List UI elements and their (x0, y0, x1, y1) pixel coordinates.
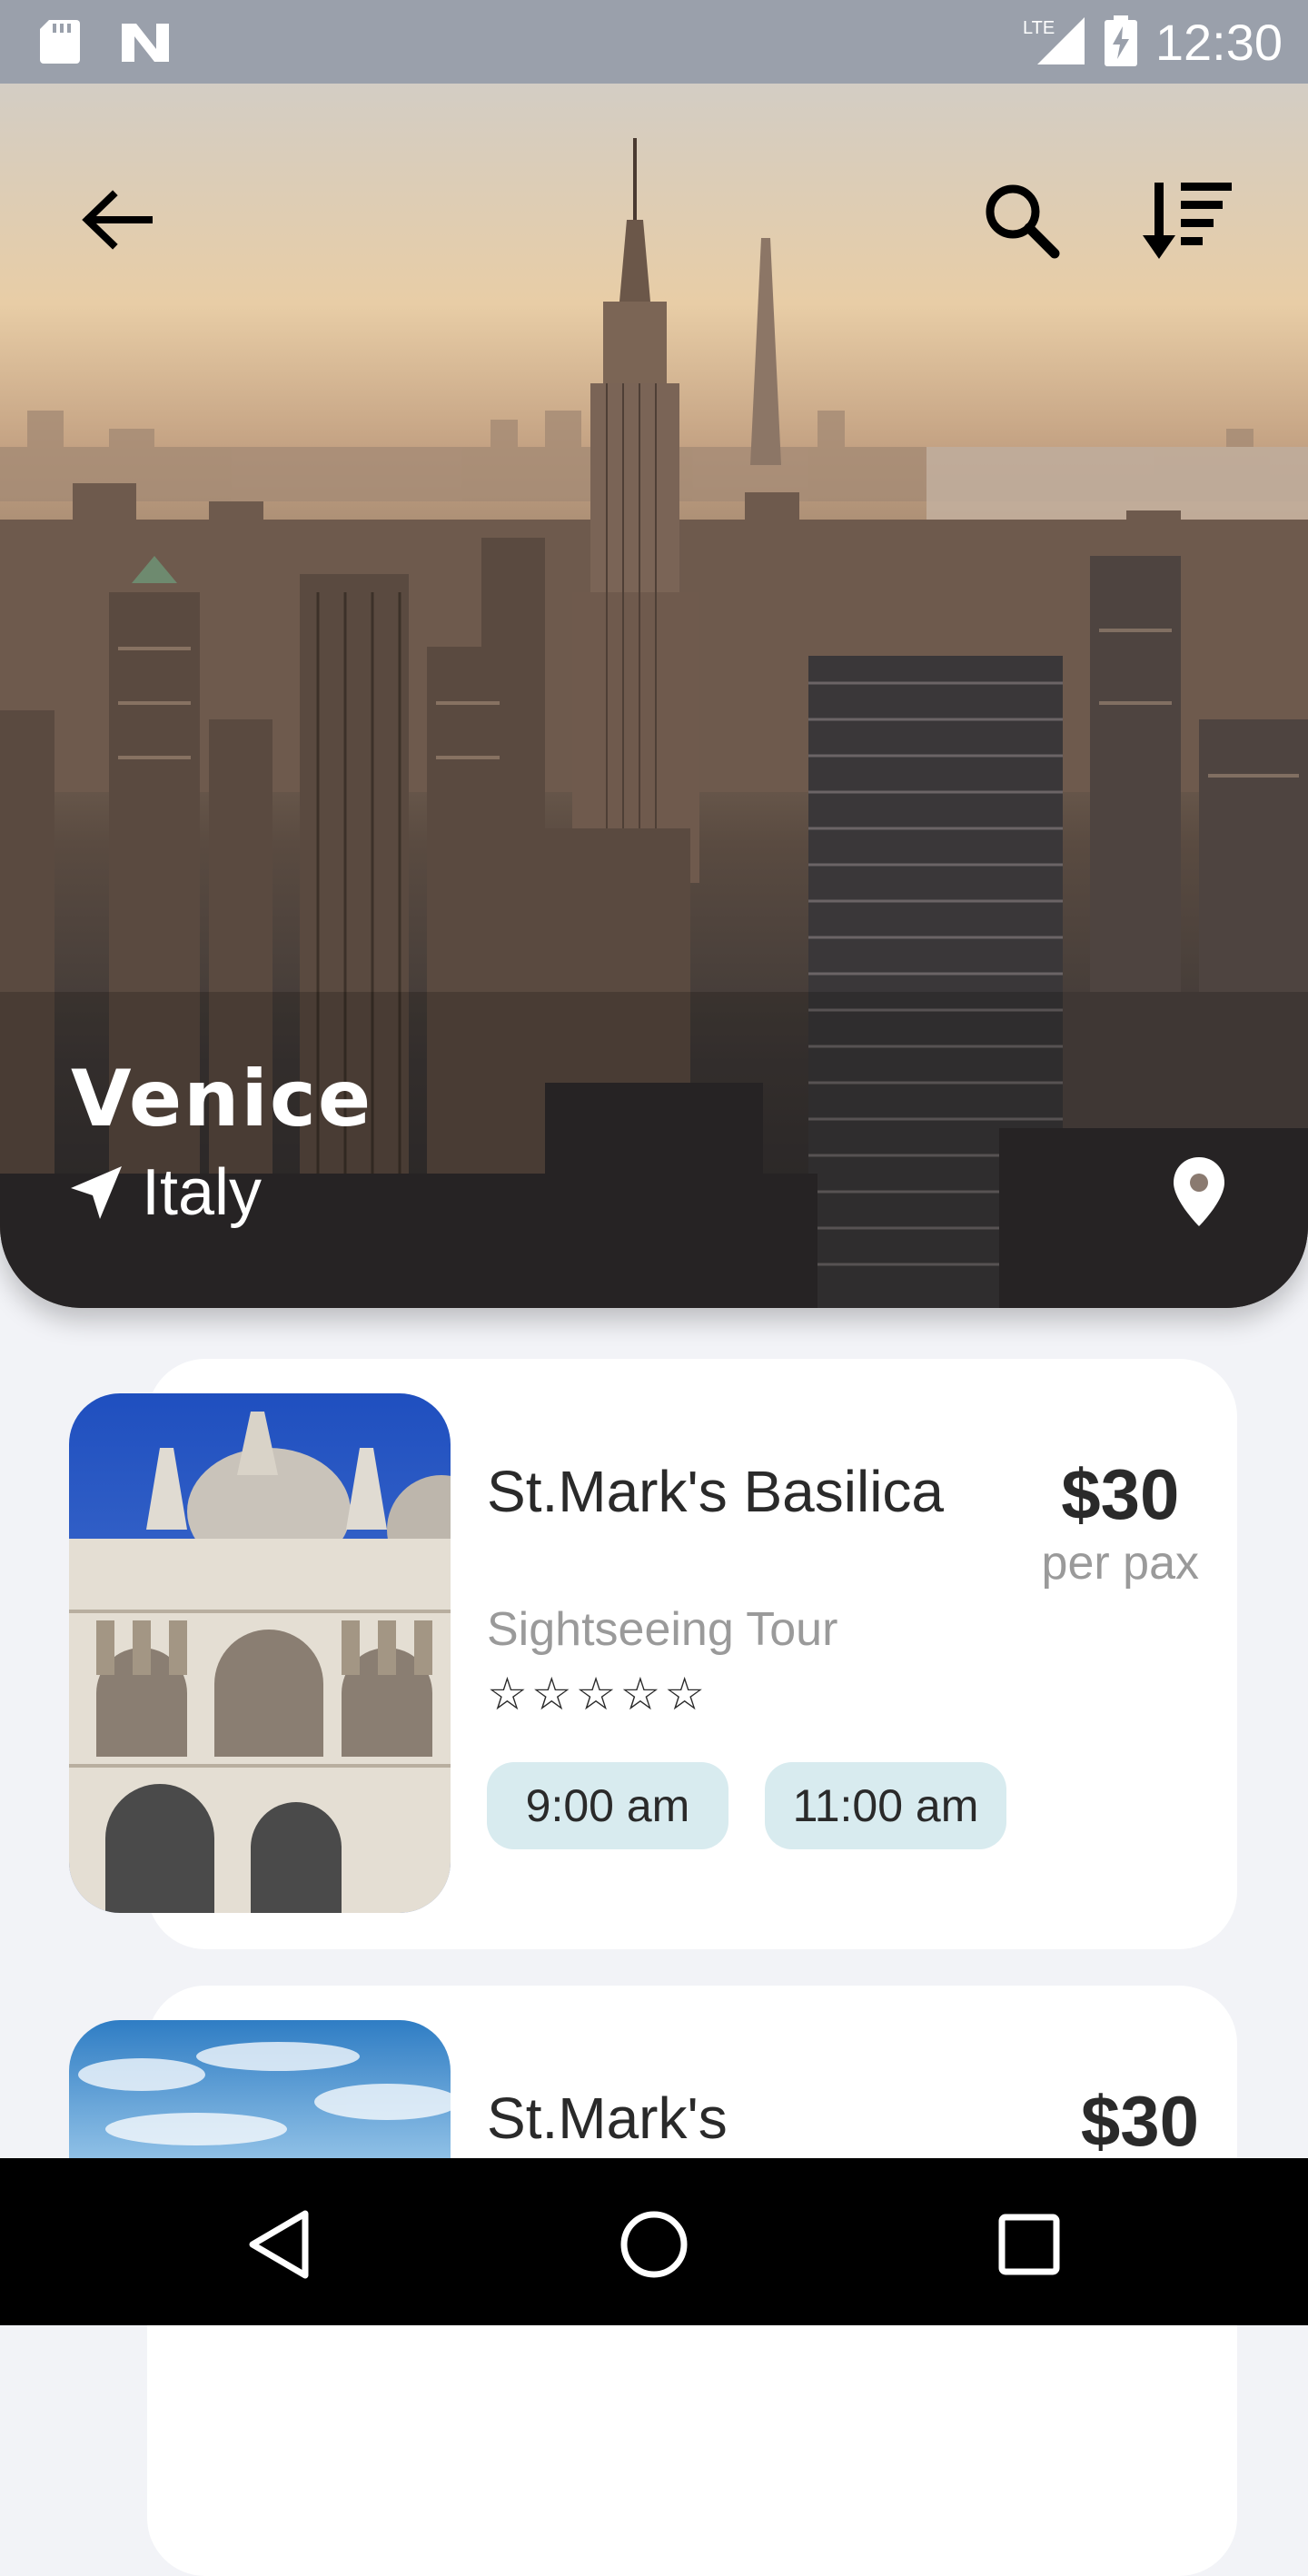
nav-back-button[interactable] (229, 2195, 329, 2294)
navigation-arrow-icon (71, 1166, 122, 1219)
lte-signal-icon: LTE (1023, 15, 1086, 70)
nav-recents-icon (998, 2214, 1060, 2275)
map-location-button[interactable] (1172, 1155, 1226, 1232)
price-amount: $30 (1080, 2081, 1199, 2161)
time-slot-chip[interactable]: 11:00 am (765, 1762, 1006, 1849)
rating-stars[interactable]: ☆☆☆☆☆ (487, 1668, 708, 1720)
destination-country: Italy (142, 1156, 263, 1229)
tour-category: Sightseeing Tour (487, 1603, 838, 1656)
destination-country-row: Italy (69, 1155, 262, 1230)
sky-image (69, 2020, 451, 2158)
tour-image-sky[interactable] (69, 2020, 451, 2158)
tour-title: St.Mark's (487, 2086, 728, 2151)
n-notification-icon (120, 20, 171, 67)
tour-price: $30 per pax (1042, 1453, 1199, 1590)
search-button[interactable] (976, 174, 1066, 265)
back-button[interactable] (71, 174, 162, 265)
lte-label: LTE (1023, 18, 1055, 38)
status-time: 12:30 (1154, 14, 1283, 71)
nav-home-button[interactable] (604, 2195, 704, 2294)
price-unit: per pax (1041, 1537, 1199, 1590)
tour-title: St.Mark's Basilica (487, 1459, 944, 1524)
system-navigation-bar (0, 2158, 1308, 2325)
search-icon (986, 184, 1060, 259)
sort-button[interactable] (1143, 174, 1234, 265)
nav-home-icon (620, 2211, 688, 2278)
status-bar: LTE 12:30 (0, 0, 1308, 84)
nav-back-icon (249, 2210, 309, 2279)
sd-card-icon (40, 20, 80, 67)
tour-image-basilica[interactable] (69, 1393, 451, 1913)
location-pin-icon (1174, 1157, 1224, 1226)
hero-banner: Venice Italy (0, 84, 1308, 1308)
basilica-image (69, 1393, 451, 1913)
battery-charging-icon (1104, 15, 1137, 70)
nav-recents-button[interactable] (979, 2195, 1079, 2294)
sort-icon (1143, 183, 1232, 259)
back-arrow-icon (82, 190, 153, 250)
destination-title: Venice (71, 1054, 373, 1144)
tour-price: $30 (1081, 2080, 1199, 2163)
time-slot-chip[interactable]: 9:00 am (487, 1762, 728, 1849)
price-amount: $30 (1061, 1454, 1180, 1534)
